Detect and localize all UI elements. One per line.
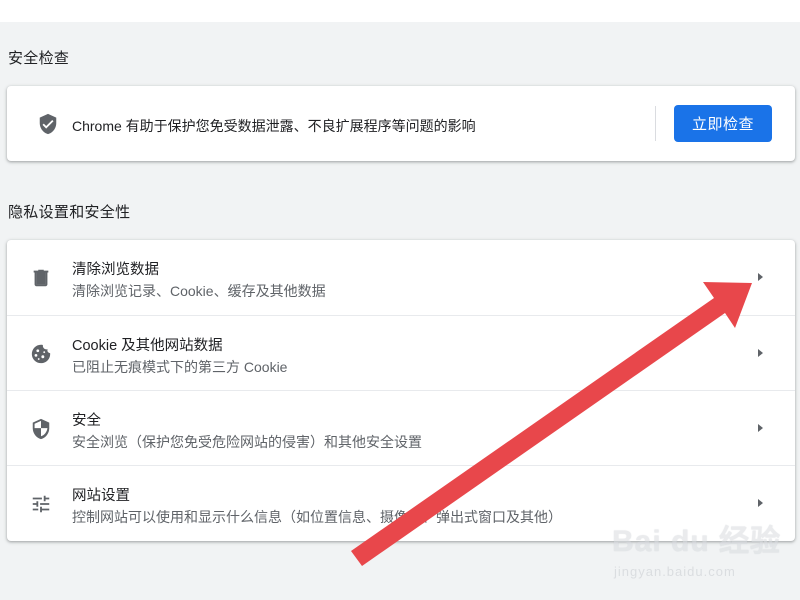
safety-check-description: Chrome 有助于保护您免受数据泄露、不良扩展程序等问题的影响 bbox=[72, 118, 476, 134]
row-cookies[interactable]: Cookie 及其他网站数据 已阻止无痕模式下的第三方 Cookie bbox=[7, 315, 795, 390]
row-subtitle: 已阻止无痕模式下的第三方 Cookie bbox=[72, 359, 288, 375]
row-subtitle: 安全浏览（保护您免受危险网站的侵害）和其他安全设置 bbox=[72, 434, 422, 450]
chevron-right-icon bbox=[758, 499, 763, 507]
vertical-divider bbox=[655, 106, 656, 141]
sliders-icon bbox=[32, 495, 50, 513]
privacy-security-heading: 隐私设置和安全性 bbox=[8, 204, 131, 221]
safety-check-card: Chrome 有助于保护您免受数据泄露、不良扩展程序等问题的影响 立即检查 bbox=[7, 86, 795, 161]
row-title: 清除浏览数据 bbox=[72, 262, 159, 278]
safety-check-heading: 安全检查 bbox=[8, 50, 70, 67]
cookie-icon bbox=[31, 344, 51, 364]
row-security[interactable]: 安全 安全浏览（保护您免受危险网站的侵害）和其他安全设置 bbox=[7, 390, 795, 465]
chevron-right-icon bbox=[758, 273, 763, 281]
privacy-security-card: 清除浏览数据 清除浏览记录、Cookie、缓存及其他数据 Cookie 及其他网… bbox=[7, 240, 795, 541]
shield-half-icon bbox=[32, 418, 50, 440]
shield-check-icon bbox=[39, 113, 57, 135]
row-title: 安全 bbox=[72, 413, 101, 429]
check-now-button[interactable]: 立即检查 bbox=[674, 105, 772, 142]
settings-page: 安全检查 Chrome 有助于保护您免受数据泄露、不良扩展程序等问题的影响 立即… bbox=[0, 0, 800, 600]
row-subtitle: 控制网站可以使用和显示什么信息（如位置信息、摄像头、弹出式窗口及其他） bbox=[72, 509, 562, 525]
row-title: Cookie 及其他网站数据 bbox=[72, 338, 223, 354]
trash-icon bbox=[33, 269, 49, 287]
row-title: 网站设置 bbox=[72, 488, 130, 504]
top-band bbox=[0, 0, 800, 22]
chevron-right-icon bbox=[758, 349, 763, 357]
baidu-watermark: Bai du 经验 jingyan.baidu.com bbox=[612, 516, 782, 586]
row-clear-browsing-data[interactable]: 清除浏览数据 清除浏览记录、Cookie、缓存及其他数据 bbox=[7, 240, 795, 315]
watermark-url: jingyan.baidu.com bbox=[614, 564, 736, 579]
chevron-right-icon bbox=[758, 424, 763, 432]
row-subtitle: 清除浏览记录、Cookie、缓存及其他数据 bbox=[72, 283, 326, 299]
watermark-brand: Bai du 经验 bbox=[612, 525, 782, 558]
